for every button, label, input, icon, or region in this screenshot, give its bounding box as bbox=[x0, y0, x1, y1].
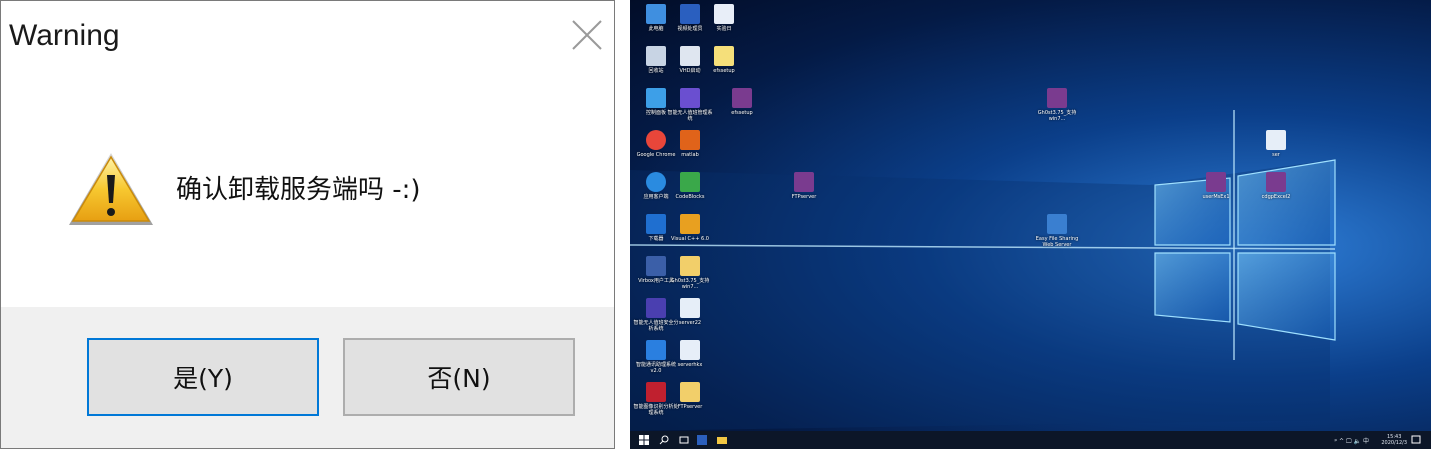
task-view-icon[interactable] bbox=[678, 434, 690, 446]
warning-dialog: Warning 确认卸载服务端吗 -:) 是(Y) 否(N) bbox=[0, 0, 615, 449]
desktop-icon[interactable]: FTPserver bbox=[666, 382, 714, 410]
dialog-title: Warning bbox=[9, 19, 120, 52]
taskbar: ᵖ ^ 🖵 🔈 中 15:43 2020/12/3 bbox=[630, 431, 1431, 449]
windows-wallpaper-logo bbox=[630, 110, 1336, 431]
desktop-icon[interactable]: efssetup bbox=[700, 46, 748, 74]
desktop-screenshot: 此电脑 视频处理员 实验日 回收站 VHD启动 efssetup 控制面板 智能… bbox=[630, 0, 1431, 449]
dialog-message: 确认卸载服务端吗 -:) bbox=[176, 175, 421, 205]
desktop-icon[interactable]: cdgpExcel2 bbox=[1252, 172, 1300, 200]
desktop-icon[interactable]: Gh0st3.75_支持win7... bbox=[666, 256, 714, 290]
desktop-icon[interactable]: efssetup bbox=[718, 88, 766, 116]
desktop-icon[interactable]: Visual C++ 6.0 bbox=[666, 214, 714, 242]
desktop-icon[interactable]: server22 bbox=[666, 298, 714, 326]
desktop-icon[interactable]: 实验日 bbox=[700, 4, 748, 32]
desktop-icon[interactable]: Easy File Sharing Web Server bbox=[1033, 214, 1081, 248]
file-explorer-icon[interactable] bbox=[716, 434, 728, 446]
desktop-icon[interactable]: userMsEx1 bbox=[1192, 172, 1240, 200]
no-button[interactable]: 否(N) bbox=[343, 338, 575, 416]
warning-triangle-icon bbox=[69, 153, 153, 225]
close-icon[interactable] bbox=[567, 15, 607, 55]
clock[interactable]: 15:43 2020/12/3 bbox=[1381, 434, 1407, 446]
system-tray-icons[interactable]: ᵖ ^ 🖵 🔈 中 bbox=[1335, 436, 1369, 446]
desktop-icon[interactable]: 智能无人值班管理系统 bbox=[666, 88, 714, 122]
desktop-icon[interactable]: CodeBlocks bbox=[666, 172, 714, 200]
desktop-icon[interactable]: matlab bbox=[666, 130, 714, 158]
desktop-icon[interactable]: FTPserver bbox=[780, 172, 828, 200]
yes-button[interactable]: 是(Y) bbox=[87, 338, 319, 416]
search-icon[interactable] bbox=[658, 434, 670, 446]
word-taskbar-icon[interactable] bbox=[696, 434, 708, 446]
desktop-icon[interactable]: Gh0st3.75_支持win7... bbox=[1033, 88, 1081, 122]
notification-icon[interactable] bbox=[1410, 434, 1422, 446]
desktop-icon[interactable]: ser bbox=[1252, 130, 1300, 158]
clock-date: 2020/12/3 bbox=[1381, 440, 1407, 446]
desktop-icon[interactable]: serverhkx bbox=[666, 340, 714, 368]
windows-start-icon[interactable] bbox=[638, 434, 650, 446]
